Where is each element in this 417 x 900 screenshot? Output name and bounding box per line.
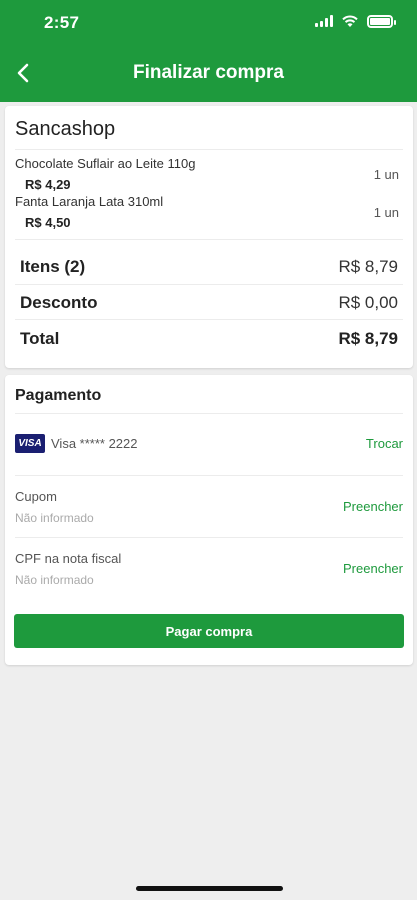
- change-card-button[interactable]: Trocar: [366, 436, 403, 451]
- divider: [15, 284, 403, 285]
- coupon-fill-button[interactable]: Preencher: [343, 499, 403, 514]
- items-subtotal: R$ 8,79: [338, 257, 398, 276]
- pay-button[interactable]: Pagar compra: [14, 614, 404, 648]
- discount-value: R$ 0,00: [338, 293, 398, 312]
- discount-label: Desconto: [20, 293, 98, 312]
- total-label: Total: [20, 329, 60, 348]
- card-number: Visa ***** 2222: [51, 436, 138, 451]
- item-price: R$ 4,29: [25, 177, 71, 192]
- item-name: Chocolate Suflair ao Leite 110g: [15, 156, 196, 171]
- top-bar: 2:57 Finalizar compra: [0, 0, 417, 102]
- cpf-value: Não informado: [15, 573, 94, 587]
- cpf-fill-button[interactable]: Preencher: [343, 561, 403, 576]
- divider: [15, 239, 403, 240]
- order-summary-card: Sancashop Chocolate Suflair ao Leite 110…: [5, 106, 413, 368]
- items-count-label: Itens (2): [20, 257, 86, 276]
- divider: [15, 149, 403, 150]
- divider: [15, 537, 403, 538]
- visa-card-icon: VISA: [15, 434, 45, 453]
- payment-title: Pagamento: [15, 387, 102, 404]
- cpf-label: CPF na nota fiscal: [15, 551, 122, 566]
- home-indicator: [136, 886, 283, 891]
- page-title: Finalizar compra: [133, 62, 284, 83]
- item-qty: 1 un: [373, 205, 399, 220]
- total-value: R$ 8,79: [338, 329, 398, 348]
- item-price: R$ 4,50: [25, 215, 71, 230]
- divider: [15, 475, 403, 476]
- divider: [15, 319, 403, 320]
- item-name: Fanta Laranja Lata 310ml: [15, 194, 164, 209]
- signal-icon: [315, 15, 333, 27]
- status-icons: [315, 14, 396, 28]
- coupon-value: Não informado: [15, 511, 94, 525]
- store-name: Sancashop: [15, 118, 116, 140]
- status-time: 2:57: [44, 13, 80, 32]
- coupon-label: Cupom: [15, 489, 57, 504]
- item-qty: 1 un: [373, 167, 399, 182]
- payment-card: Pagamento VISA Visa ***** 2222 Trocar Cu…: [5, 375, 413, 665]
- battery-icon: [367, 14, 396, 28]
- wifi-icon: [342, 15, 358, 27]
- divider: [15, 413, 403, 414]
